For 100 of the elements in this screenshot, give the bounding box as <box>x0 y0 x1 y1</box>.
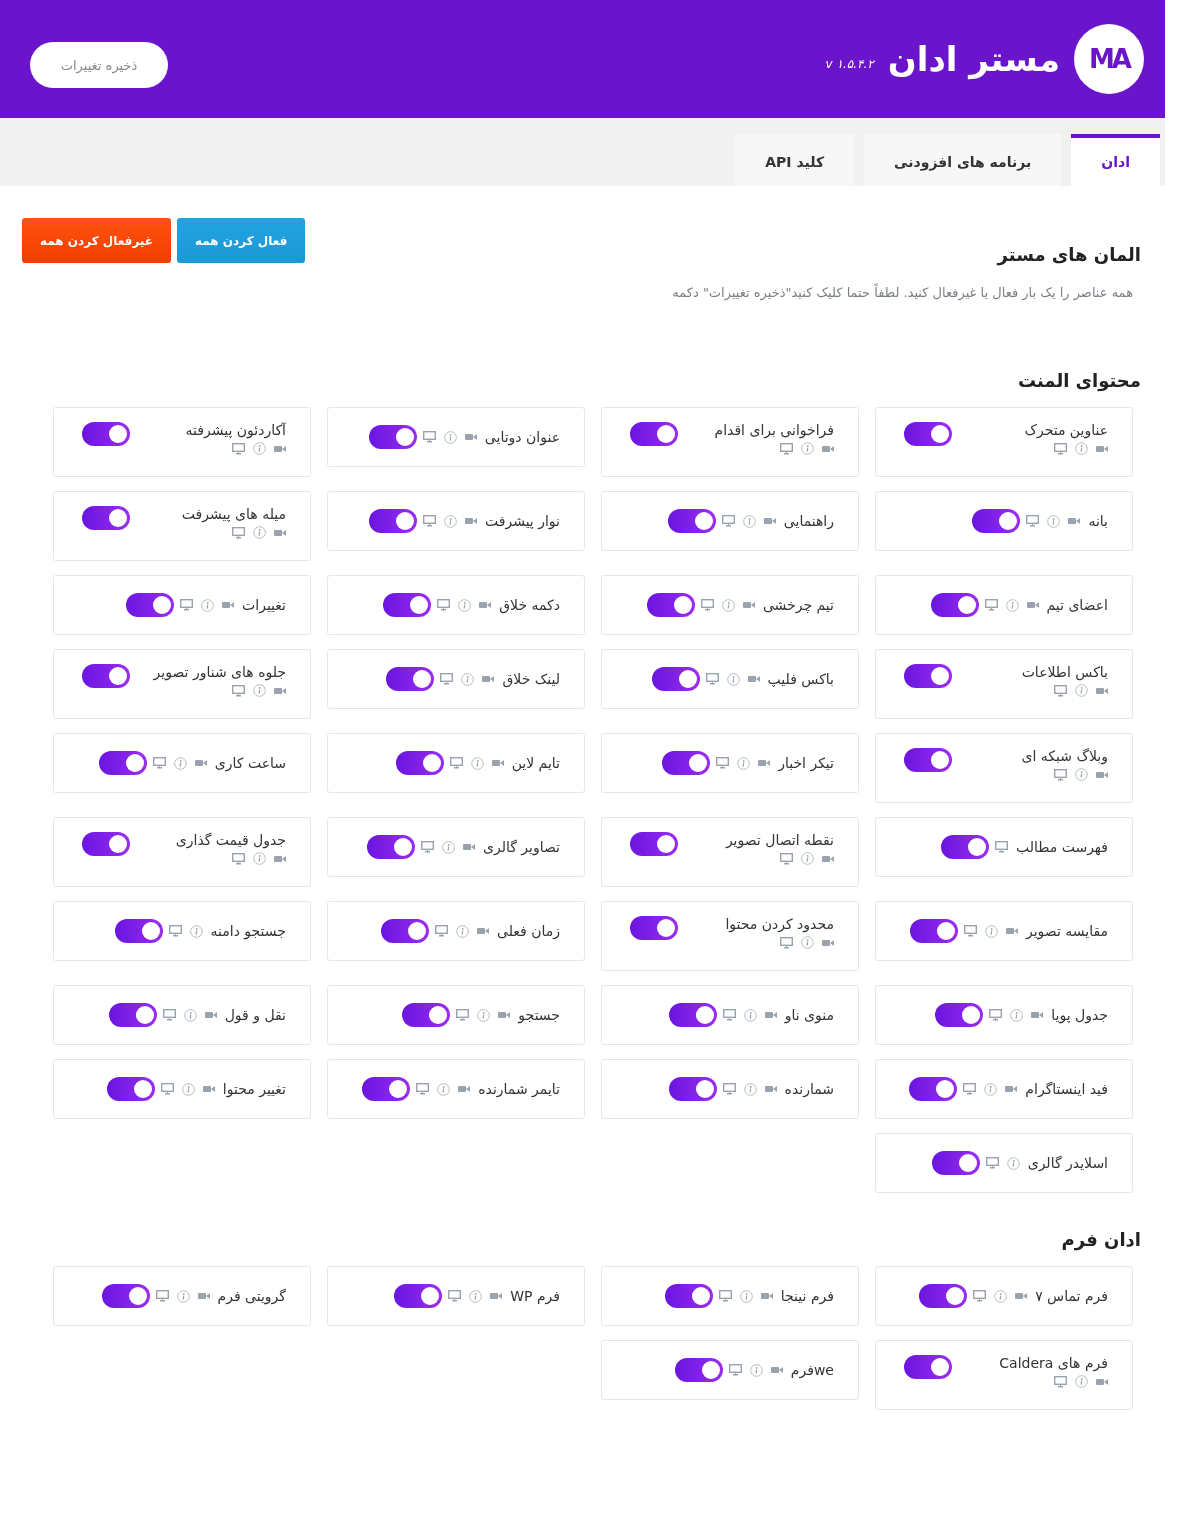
info-icon[interactable] <box>721 598 735 612</box>
info-icon[interactable] <box>253 442 266 455</box>
video-camera-icon[interactable] <box>202 1084 215 1094</box>
video-camera-icon[interactable] <box>194 758 207 768</box>
toggle-switch[interactable] <box>369 509 417 533</box>
toggle-switch[interactable] <box>82 506 130 530</box>
toggle-switch[interactable] <box>668 1077 717 1101</box>
video-camera-icon[interactable] <box>204 1010 217 1020</box>
info-icon[interactable] <box>801 852 814 865</box>
video-camera-icon[interactable] <box>1015 1291 1028 1301</box>
video-camera-icon[interactable] <box>764 1084 777 1094</box>
desktop-icon[interactable] <box>780 936 793 949</box>
video-camera-icon[interactable] <box>1005 1084 1018 1094</box>
desktop-icon[interactable] <box>1054 1375 1067 1388</box>
video-camera-icon[interactable] <box>822 937 834 948</box>
video-camera-icon[interactable] <box>822 853 834 864</box>
info-icon[interactable] <box>1075 1375 1088 1388</box>
toggle-switch[interactable] <box>108 1003 157 1027</box>
toggle-switch[interactable] <box>972 509 1021 533</box>
info-icon[interactable] <box>984 1082 998 1096</box>
desktop-icon[interactable] <box>422 431 436 443</box>
video-camera-icon[interactable] <box>274 443 286 454</box>
video-camera-icon[interactable] <box>1005 926 1018 936</box>
video-camera-icon[interactable] <box>758 758 771 768</box>
desktop-icon[interactable] <box>718 1290 732 1302</box>
desktop-icon[interactable] <box>232 526 245 539</box>
toggle-switch[interactable] <box>98 751 147 775</box>
toggle-switch[interactable] <box>386 667 435 691</box>
toggle-switch[interactable] <box>101 1284 150 1308</box>
info-icon[interactable] <box>456 924 469 938</box>
toggle-switch[interactable] <box>630 832 678 856</box>
info-icon[interactable] <box>458 598 472 612</box>
desktop-icon[interactable] <box>716 757 730 769</box>
info-icon[interactable] <box>742 514 756 528</box>
desktop-icon[interactable] <box>435 925 448 937</box>
toggle-switch[interactable] <box>395 751 444 775</box>
info-icon[interactable] <box>189 924 203 938</box>
video-camera-icon[interactable] <box>274 853 286 864</box>
toggle-switch[interactable] <box>919 1284 968 1308</box>
desktop-icon[interactable] <box>421 841 434 853</box>
toggle-switch[interactable] <box>367 835 415 859</box>
toggle-switch[interactable] <box>662 751 711 775</box>
info-icon[interactable] <box>749 1363 763 1377</box>
video-camera-icon[interactable] <box>770 1365 783 1375</box>
toggle-switch[interactable] <box>362 1077 411 1101</box>
desktop-icon[interactable] <box>973 1290 987 1302</box>
info-icon[interactable] <box>726 672 740 686</box>
info-icon[interactable] <box>183 1008 197 1022</box>
info-icon[interactable] <box>470 756 484 770</box>
desktop-icon[interactable] <box>155 1290 169 1302</box>
desktop-icon[interactable] <box>423 515 436 527</box>
video-camera-icon[interactable] <box>491 758 504 768</box>
info-icon[interactable] <box>801 936 814 949</box>
desktop-icon[interactable] <box>985 1157 999 1169</box>
info-icon[interactable] <box>437 1082 451 1096</box>
desktop-icon[interactable] <box>989 1009 1003 1021</box>
info-icon[interactable] <box>739 1289 753 1303</box>
desktop-icon[interactable] <box>722 1009 736 1021</box>
toggle-switch[interactable] <box>82 422 130 446</box>
toggle-switch[interactable] <box>381 919 429 943</box>
info-icon[interactable] <box>1075 768 1088 781</box>
desktop-icon[interactable] <box>232 852 245 865</box>
video-camera-icon[interactable] <box>458 1084 471 1094</box>
toggle-switch[interactable] <box>935 1003 984 1027</box>
info-icon[interactable] <box>1005 598 1019 612</box>
toggle-switch[interactable] <box>646 593 695 617</box>
desktop-icon[interactable] <box>728 1364 742 1376</box>
toggle-switch[interactable] <box>651 667 700 691</box>
video-camera-icon[interactable] <box>1096 1376 1108 1387</box>
toggle-switch[interactable] <box>630 916 678 940</box>
toggle-switch[interactable] <box>904 422 952 446</box>
desktop-icon[interactable] <box>232 684 245 697</box>
desktop-icon[interactable] <box>963 1083 977 1095</box>
video-camera-icon[interactable] <box>482 674 495 684</box>
toggle-switch[interactable] <box>394 1284 443 1308</box>
video-camera-icon[interactable] <box>490 1291 503 1301</box>
video-camera-icon[interactable] <box>463 842 475 852</box>
desktop-icon[interactable] <box>168 925 182 937</box>
tab[interactable]: برنامه های افزودنی <box>864 134 1062 186</box>
desktop-icon[interactable] <box>700 599 714 611</box>
desktop-icon[interactable] <box>162 1009 176 1021</box>
toggle-switch[interactable] <box>664 1284 713 1308</box>
desktop-icon[interactable] <box>448 1290 462 1302</box>
save-button[interactable]: ذخیره تغییرات <box>30 42 168 88</box>
video-camera-icon[interactable] <box>1026 600 1039 610</box>
info-icon[interactable] <box>1047 514 1061 528</box>
desktop-icon[interactable] <box>1026 515 1040 527</box>
info-icon[interactable] <box>201 598 215 612</box>
info-icon[interactable] <box>737 756 751 770</box>
video-camera-icon[interactable] <box>1031 1010 1044 1020</box>
toggle-switch[interactable] <box>668 1003 717 1027</box>
toggle-switch[interactable] <box>383 593 432 617</box>
video-camera-icon[interactable] <box>764 1010 777 1020</box>
toggle-switch[interactable] <box>667 509 716 533</box>
video-camera-icon[interactable] <box>1096 769 1108 780</box>
video-camera-icon[interactable] <box>1068 516 1081 526</box>
info-icon[interactable] <box>461 672 475 686</box>
info-icon[interactable] <box>253 852 266 865</box>
desktop-icon[interactable] <box>440 673 454 685</box>
tab[interactable]: کلید API <box>735 134 855 186</box>
